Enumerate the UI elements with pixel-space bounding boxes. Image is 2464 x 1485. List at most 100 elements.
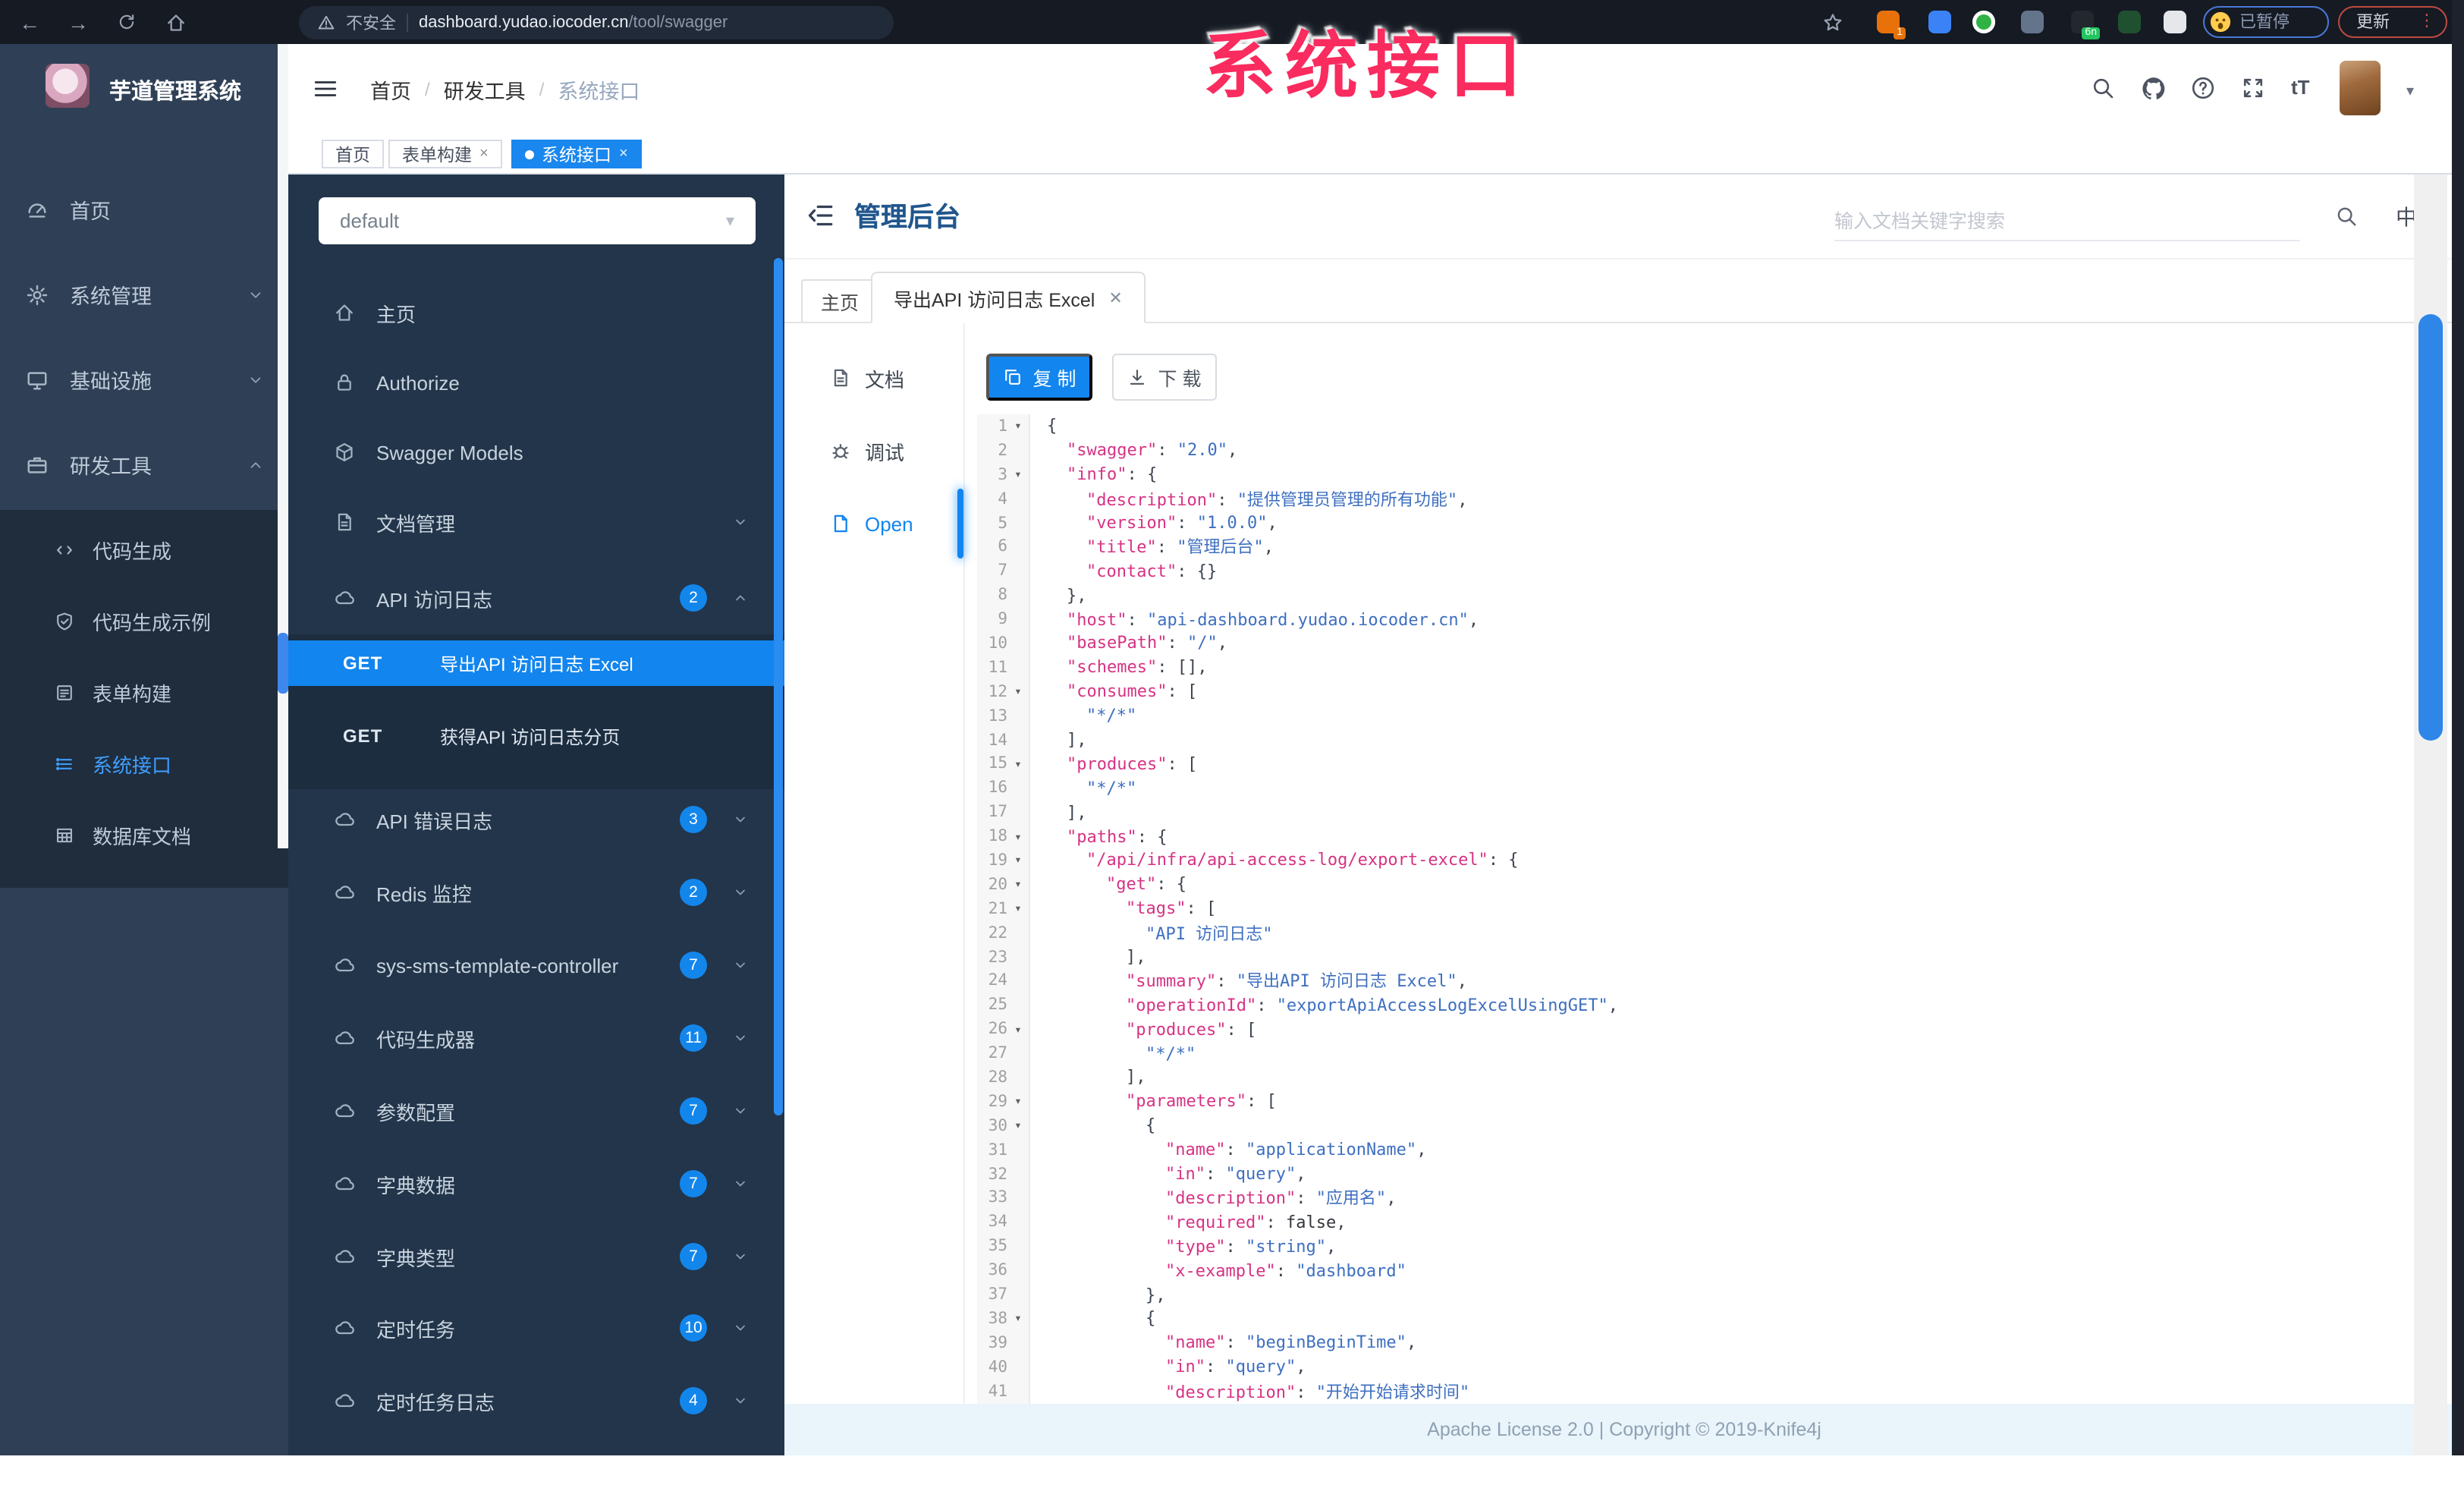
browser-forward-icon[interactable]: → bbox=[64, 8, 93, 36]
fold-caret[interactable]: ▾ bbox=[1007, 1022, 1029, 1036]
browser-home-icon[interactable] bbox=[161, 8, 190, 36]
page-scrollbar-thumb[interactable] bbox=[2418, 314, 2443, 741]
sidebar-item-系统接口[interactable]: 系统接口 bbox=[0, 728, 288, 800]
sidebar-item-表单构建[interactable]: 表单构建 bbox=[0, 657, 288, 728]
bookmark-star-icon[interactable] bbox=[1818, 8, 1846, 36]
breadcrumb-item[interactable]: 首页 bbox=[370, 74, 411, 104]
home-icon bbox=[334, 302, 355, 323]
grid-extension-icon[interactable] bbox=[2021, 11, 2044, 33]
doc-nav-label: Open bbox=[865, 512, 913, 535]
blue-extension-icon[interactable] bbox=[1928, 11, 1951, 33]
code-line: 12 ▾ "consumes": [ bbox=[977, 680, 2443, 704]
fold-caret[interactable]: ▾ bbox=[1007, 878, 1029, 892]
operation-获得API 访问日志分页[interactable]: GET 获得API 访问日志分页 bbox=[288, 713, 784, 759]
orange-extension-icon[interactable]: 1 bbox=[1877, 11, 1906, 39]
fold-caret[interactable]: ▾ bbox=[1007, 467, 1029, 481]
fold-caret[interactable]: ▾ bbox=[1007, 902, 1029, 916]
user-avatar[interactable] bbox=[2340, 61, 2381, 115]
fullscreen-icon[interactable] bbox=[2241, 76, 2268, 103]
doc-nav-调试[interactable]: 调试 bbox=[784, 425, 963, 477]
line-number: 8 bbox=[998, 586, 1007, 605]
tab-系统接口[interactable]: 系统接口 × bbox=[511, 140, 642, 168]
sidebar-item-代码生成[interactable]: 代码生成 bbox=[0, 514, 288, 586]
main-sidebar-scrollbar-thumb[interactable] bbox=[278, 633, 288, 694]
tab-表单构建[interactable]: 表单构建 × bbox=[388, 140, 502, 168]
green-circle-extension-icon[interactable] bbox=[1972, 11, 1995, 33]
collapse-sidebar-icon[interactable] bbox=[313, 76, 338, 109]
emoji-face-icon bbox=[2209, 10, 2232, 33]
sidebar-item-研发工具[interactable]: 研发工具 bbox=[0, 426, 288, 502]
fold-caret[interactable]: ▾ bbox=[1007, 420, 1029, 433]
copy-button[interactable]: 复 制 bbox=[986, 354, 1092, 401]
doc-tab-主页[interactable]: 主页 bbox=[801, 279, 879, 323]
group-select[interactable]: default ▾ bbox=[319, 197, 756, 244]
swagger-sidebar-scrollbar-thumb[interactable] bbox=[774, 258, 783, 1115]
sidebar-item-系统管理[interactable]: 系统管理 bbox=[0, 256, 288, 332]
font-size-icon[interactable]: tT bbox=[2291, 76, 2318, 103]
browser-reload-icon[interactable] bbox=[112, 8, 141, 36]
fold-caret[interactable]: ▾ bbox=[1007, 1119, 1029, 1133]
sidebar-item-基础设施[interactable]: 基础设施 bbox=[0, 341, 288, 417]
swagger-group-字典数据[interactable]: 字典数据 7 bbox=[288, 1150, 784, 1217]
swagger-group-API 错误日志[interactable]: API 错误日志 3 bbox=[288, 786, 784, 853]
line-number: 23 bbox=[988, 948, 1007, 967]
search-icon[interactable] bbox=[2091, 76, 2118, 103]
browser-menu-icon[interactable]: ⋮ bbox=[2418, 13, 2435, 30]
swagger-group-定时任务日志[interactable]: 定时任务日志 4 bbox=[288, 1367, 784, 1434]
doc-search-input[interactable]: 输入文档关键字搜索 bbox=[1834, 199, 2300, 241]
swagger-group-字典类型[interactable]: 字典类型 7 bbox=[288, 1223, 784, 1290]
tab-首页[interactable]: 首页 bbox=[322, 140, 384, 168]
code-line: 26 ▾ "produces": [ bbox=[977, 1018, 2443, 1042]
light-extension-icon[interactable] bbox=[2164, 11, 2186, 33]
code-line: 24 "summary": "导出API 访问日志 Excel", bbox=[977, 969, 2443, 993]
sidebar-item-label: 系统接口 bbox=[93, 754, 172, 777]
swagger-nav-API 访问日志[interactable]: API 访问日志 2 bbox=[288, 565, 784, 631]
app-logo[interactable]: 芋道管理系统 bbox=[0, 44, 288, 129]
swagger-nav-文档管理[interactable]: 文档管理 bbox=[288, 489, 784, 555]
operation-导出API 访问日志 Excel[interactable]: GET 导出API 访问日志 Excel bbox=[288, 640, 784, 686]
fold-caret[interactable]: ▾ bbox=[1007, 1095, 1029, 1109]
doc-tab-导出API 访问日志 Excel[interactable]: 导出API 访问日志 Excel ✕ bbox=[871, 272, 1146, 323]
swagger-nav-Authorize[interactable]: Authorize bbox=[288, 349, 784, 416]
swagger-group-定时任务[interactable]: 定时任务 10 bbox=[288, 1295, 784, 1361]
breadcrumb-item[interactable]: 研发工具 bbox=[444, 74, 526, 104]
swagger-group-参数配置[interactable]: 参数配置 7 bbox=[288, 1078, 784, 1144]
dashboard-icon bbox=[26, 198, 49, 221]
sidebar-item-首页[interactable]: 首页 bbox=[0, 171, 288, 247]
swagger-group-label: 定时任务 bbox=[376, 1318, 456, 1341]
doc-nav-Open[interactable]: Open bbox=[784, 498, 963, 549]
dark-extension-icon[interactable]: 6n bbox=[2071, 11, 2100, 39]
swagger-group-代码生成器[interactable]: 代码生成器 11 bbox=[288, 1005, 784, 1071]
collapse-doc-nav-icon[interactable] bbox=[806, 200, 836, 238]
code-line: 28], bbox=[977, 1065, 2443, 1090]
doc-nav-文档[interactable]: 文档 bbox=[784, 352, 963, 404]
code-text: { bbox=[1146, 1115, 1156, 1136]
browser-update-button[interactable]: 更新 ⋮ bbox=[2338, 5, 2447, 37]
code-text: "name": "beginBeginTime", bbox=[1165, 1332, 1417, 1353]
profile-paused-button[interactable]: 已暂停 bbox=[2203, 5, 2329, 37]
user-menu-caret-icon[interactable]: ▾ bbox=[2406, 83, 2414, 100]
swagger-group-Redis 监控[interactable]: Redis 监控 2 bbox=[288, 859, 784, 926]
doc-search-icon[interactable] bbox=[2335, 205, 2358, 232]
fold-caret[interactable]: ▾ bbox=[1007, 757, 1029, 771]
address-bar[interactable]: 不安全 dashboard.yudao.iocoder.cn/tool/swag… bbox=[299, 5, 894, 39]
sidebar-item-数据库文档[interactable]: 数据库文档 bbox=[0, 800, 288, 871]
fold-caret[interactable]: ▾ bbox=[1007, 829, 1029, 843]
swagger-nav-主页[interactable]: 主页 bbox=[288, 279, 784, 346]
download-button[interactable]: 下 载 bbox=[1112, 354, 1217, 401]
swagger-group-sys-sms-template-controller[interactable]: sys-sms-template-controller 7 bbox=[288, 932, 784, 999]
browser-back-icon[interactable]: ← bbox=[15, 8, 44, 36]
bottom-strip bbox=[0, 1455, 2464, 1485]
code-line: 41 "description": "开始开始请求时间" bbox=[977, 1379, 2443, 1403]
github-icon[interactable] bbox=[2141, 76, 2168, 103]
darkgreen-extension-icon[interactable] bbox=[2118, 11, 2141, 33]
fold-caret[interactable]: ▾ bbox=[1007, 1312, 1029, 1326]
fold-caret[interactable]: ▾ bbox=[1007, 684, 1029, 698]
json-editor[interactable]: 1 ▾{2 "swagger": "2.0", 3 ▾ "info": {4 "descri… bbox=[977, 414, 2443, 1404]
help-icon[interactable] bbox=[2191, 76, 2218, 103]
main-sidebar-scrollbar-track[interactable] bbox=[278, 44, 288, 848]
swagger-nav-Swagger Models[interactable]: Swagger Models bbox=[288, 419, 784, 486]
code-text: "*/*" bbox=[1086, 706, 1137, 726]
sidebar-item-代码生成示例[interactable]: 代码生成示例 bbox=[0, 586, 288, 657]
fold-caret[interactable]: ▾ bbox=[1007, 854, 1029, 867]
